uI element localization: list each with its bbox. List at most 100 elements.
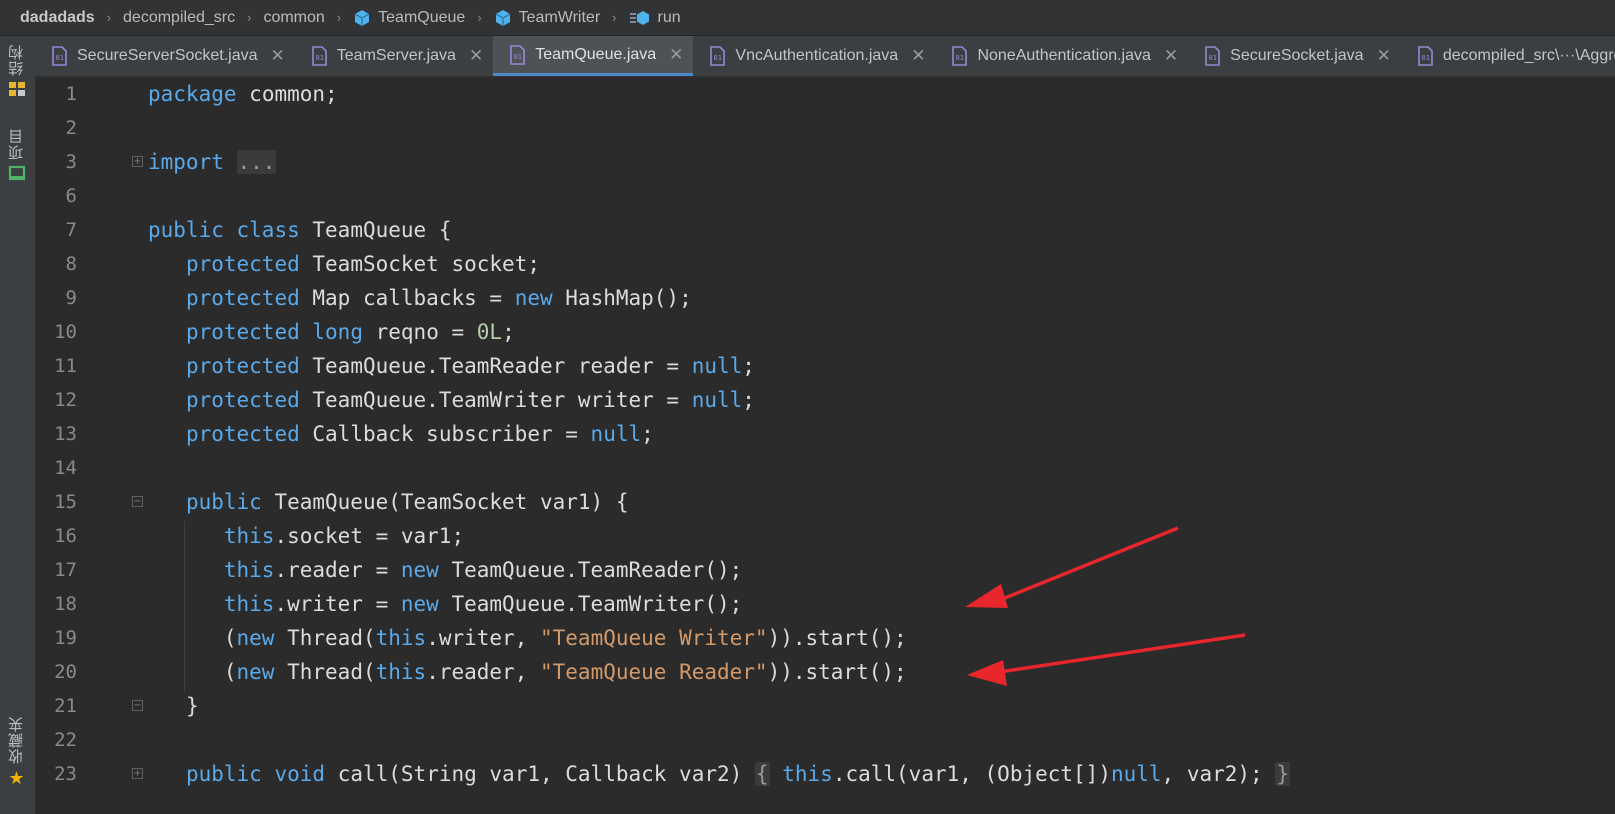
code-editor[interactable]: 1 package common; 2 3 + import ... 6 7 p… [35, 77, 1615, 814]
tab-teamqueue[interactable]: 01 TeamQueue.java ✕ [493, 36, 694, 76]
breadcrumb-item-method[interactable]: run [629, 9, 681, 27]
code-text: .reader = [274, 558, 401, 582]
breadcrumb-item-project[interactable]: dadadads [20, 9, 95, 27]
keyword: null [691, 388, 743, 412]
close-icon[interactable]: ✕ [911, 46, 925, 66]
class-file-icon: 01 [510, 44, 526, 65]
project-tool-tab[interactable]: 项目 [6, 128, 27, 182]
fold-expand-icon[interactable]: + [132, 156, 143, 167]
breadcrumb-item-class[interactable]: TeamQueue [353, 9, 465, 27]
keyword: this [223, 524, 275, 548]
line-number: 9 [65, 287, 77, 309]
breadcrumb-item-package[interactable]: common [263, 9, 324, 27]
keyword: protected [185, 354, 300, 378]
svg-text:01: 01 [1421, 54, 1429, 62]
folded-brace[interactable]: } [1275, 762, 1291, 786]
code-text: .call(var1, (Object[]) [832, 762, 1111, 786]
line-number: 15 [54, 491, 77, 513]
keyword: new [514, 286, 553, 310]
close-icon[interactable]: ✕ [1377, 46, 1391, 66]
fold-end-icon[interactable]: − [132, 700, 143, 711]
structure-tool-tab[interactable]: 结构 [6, 44, 27, 98]
breadcrumb-label: common [263, 8, 325, 26]
tab-secureserversocket[interactable]: 01 SecureServerSocket.java ✕ [35, 36, 295, 76]
line-number: 10 [54, 321, 77, 343]
keyword: new [400, 558, 439, 582]
class-file-icon: 01 [52, 46, 67, 66]
tab-noneauthentication[interactable]: 01 NoneAuthentication.java ✕ [935, 36, 1188, 76]
code-text: .writer, [426, 626, 540, 650]
code-line: 18 this.writer = new TeamQueue.TeamWrite… [35, 587, 1615, 621]
close-icon[interactable]: ✕ [469, 46, 483, 66]
string-literal: "TeamQueue Reader" [540, 660, 768, 684]
tab-label: NoneAuthentication.java [977, 47, 1151, 64]
code-text: ; [742, 388, 755, 412]
svg-text:01: 01 [1209, 54, 1217, 62]
folded-imports[interactable]: ... [236, 150, 277, 174]
breadcrumb-item-folder[interactable]: decompiled_src [123, 9, 235, 27]
class-cube-icon [495, 9, 510, 26]
tab-teamserver[interactable]: 01 TeamServer.java ✕ [295, 36, 493, 76]
tab-aggressor-file[interactable]: 01 decompiled_src\···\Aggress [1401, 36, 1615, 76]
keyword: this [782, 762, 833, 786]
code-line: 19 (new Thread(this.writer, "TeamQueue W… [35, 621, 1615, 655]
code-text: ( [223, 626, 237, 650]
code-line: 7 public class TeamQueue { [35, 213, 1615, 247]
svg-text:01: 01 [514, 53, 522, 61]
tab-vncauthentication[interactable]: 01 VncAuthentication.java ✕ [693, 36, 935, 76]
chevron-right-icon: › [106, 10, 112, 25]
close-icon[interactable]: ✕ [1164, 46, 1178, 66]
tab-label: TeamServer.java [336, 47, 456, 64]
code-line: 16 this.socket = var1; [35, 519, 1615, 553]
line-number: 3 [65, 151, 77, 173]
line-number: 19 [54, 627, 77, 649]
keyword: protected [185, 388, 300, 412]
line-number: 13 [54, 423, 77, 445]
keyword: package [148, 82, 237, 106]
tab-label: SecureServerSocket.java [77, 47, 258, 64]
keyword: this [223, 592, 275, 616]
code-text: ; [641, 422, 654, 446]
code-text: .reader, [426, 660, 540, 684]
code-text: TeamSocket socket; [312, 252, 540, 276]
code-line: 20 (new Thread(this.reader, "TeamQueue R… [35, 655, 1615, 689]
keyword: void [274, 762, 326, 786]
string-literal: "TeamQueue Writer" [540, 626, 768, 650]
keyword: public [185, 762, 262, 786]
close-icon[interactable]: ✕ [271, 46, 285, 66]
keyword: protected [185, 252, 300, 276]
keyword: protected [185, 422, 300, 446]
svg-text:01: 01 [56, 54, 64, 62]
favorites-tool-tab[interactable]: 收藏夹 ★ [6, 716, 27, 789]
keyword: this [375, 660, 427, 684]
keyword: long [312, 320, 363, 344]
project-tab-label: 项目 [8, 128, 25, 160]
code-text: reqno = [375, 320, 477, 344]
code-text: ; [502, 320, 515, 344]
fold-collapse-icon[interactable]: − [132, 496, 143, 507]
breadcrumb: dadadads › decompiled_src › common › Tea… [0, 0, 1615, 36]
code-line: 9 protected Map callbacks = new HashMap(… [35, 281, 1615, 315]
code-text: )).start(); [767, 626, 907, 650]
svg-text:01: 01 [956, 54, 964, 62]
breadcrumb-item-inner-class[interactable]: TeamWriter [494, 9, 600, 27]
chevron-right-icon: › [612, 10, 617, 25]
keyword: new [400, 592, 439, 616]
code-text: TeamQueue.TeamWriter writer = [312, 388, 692, 412]
code-text: )).start(); [767, 660, 907, 684]
tab-label: VncAuthentication.java [735, 47, 899, 64]
chevron-right-icon: › [477, 10, 482, 25]
number-literal: 0L [476, 320, 503, 344]
breadcrumb-label: dadadads [20, 8, 95, 26]
code-text: ( [223, 660, 237, 684]
keyword: null [590, 422, 642, 446]
tab-securesocket[interactable]: 01 SecureSocket.java ✕ [1188, 36, 1401, 76]
fold-expand-icon[interactable]: + [132, 768, 143, 779]
class-file-icon: 01 [311, 46, 327, 66]
code-text: .writer = [274, 592, 401, 616]
code-text: TeamQueue.TeamReader(); [451, 558, 743, 582]
close-icon[interactable]: ✕ [669, 45, 683, 65]
method-icon [629, 10, 649, 25]
keyword: null [1110, 762, 1162, 786]
folded-brace[interactable]: { [754, 762, 770, 786]
